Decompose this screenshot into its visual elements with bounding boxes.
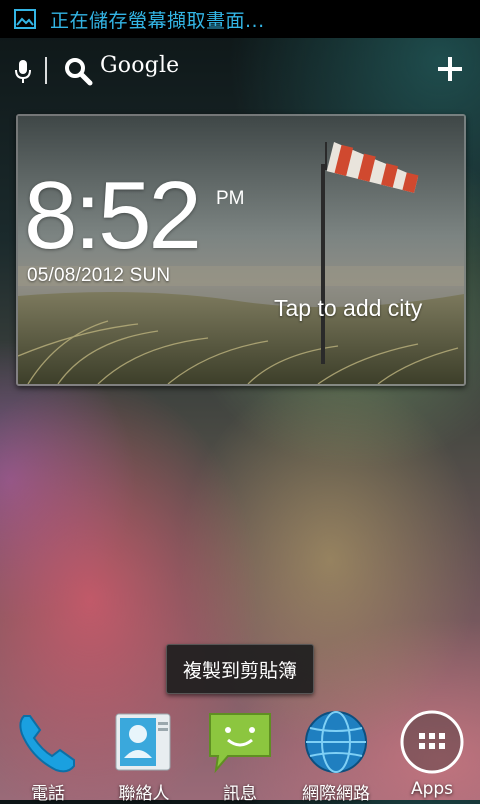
- clock-weather-widget[interactable]: 8:52 PM 05/08/2012 SUN Tap to add city: [16, 114, 466, 386]
- clock-date: 05/08/2012 SUN: [27, 265, 171, 286]
- messaging-icon: [209, 713, 271, 774]
- status-bar[interactable]: 正在儲存螢幕擷取畫面...: [0, 0, 480, 38]
- phone-icon: [19, 715, 75, 773]
- contacts-icon: [115, 713, 171, 771]
- dock-item-apps[interactable]: Apps: [384, 704, 480, 800]
- browser-globe-icon: [305, 711, 367, 773]
- google-logo-text[interactable]: Google: [100, 53, 179, 78]
- mic-icon[interactable]: [14, 58, 32, 84]
- dock-label: Apps: [410, 779, 454, 799]
- dock-label: 聯絡人: [118, 784, 170, 804]
- google-search-bar[interactable]: Google: [0, 48, 480, 92]
- dock-item-browser[interactable]: 網際網路: [288, 704, 384, 804]
- dock-label: 電話: [31, 784, 65, 804]
- dock-item-messaging[interactable]: 訊息: [192, 704, 288, 804]
- copied-toast: 複製到剪貼簿: [166, 644, 314, 694]
- clock-time: 8:52: [24, 162, 202, 269]
- dock-item-phone[interactable]: 電話: [0, 704, 96, 804]
- search-icon[interactable]: [63, 56, 93, 86]
- clock-ampm: PM: [216, 188, 245, 209]
- search-divider: [45, 57, 47, 84]
- plus-icon[interactable]: [436, 55, 464, 83]
- add-city-prompt[interactable]: Tap to add city: [274, 295, 422, 322]
- notification-text: 正在儲存螢幕擷取畫面...: [50, 9, 265, 32]
- image-icon: [14, 9, 36, 29]
- dock-label: 網際網路: [302, 784, 370, 804]
- dock-item-contacts[interactable]: 聯絡人: [96, 704, 192, 804]
- apps-grid-icon: [400, 710, 464, 774]
- dock-label: 訊息: [223, 784, 257, 804]
